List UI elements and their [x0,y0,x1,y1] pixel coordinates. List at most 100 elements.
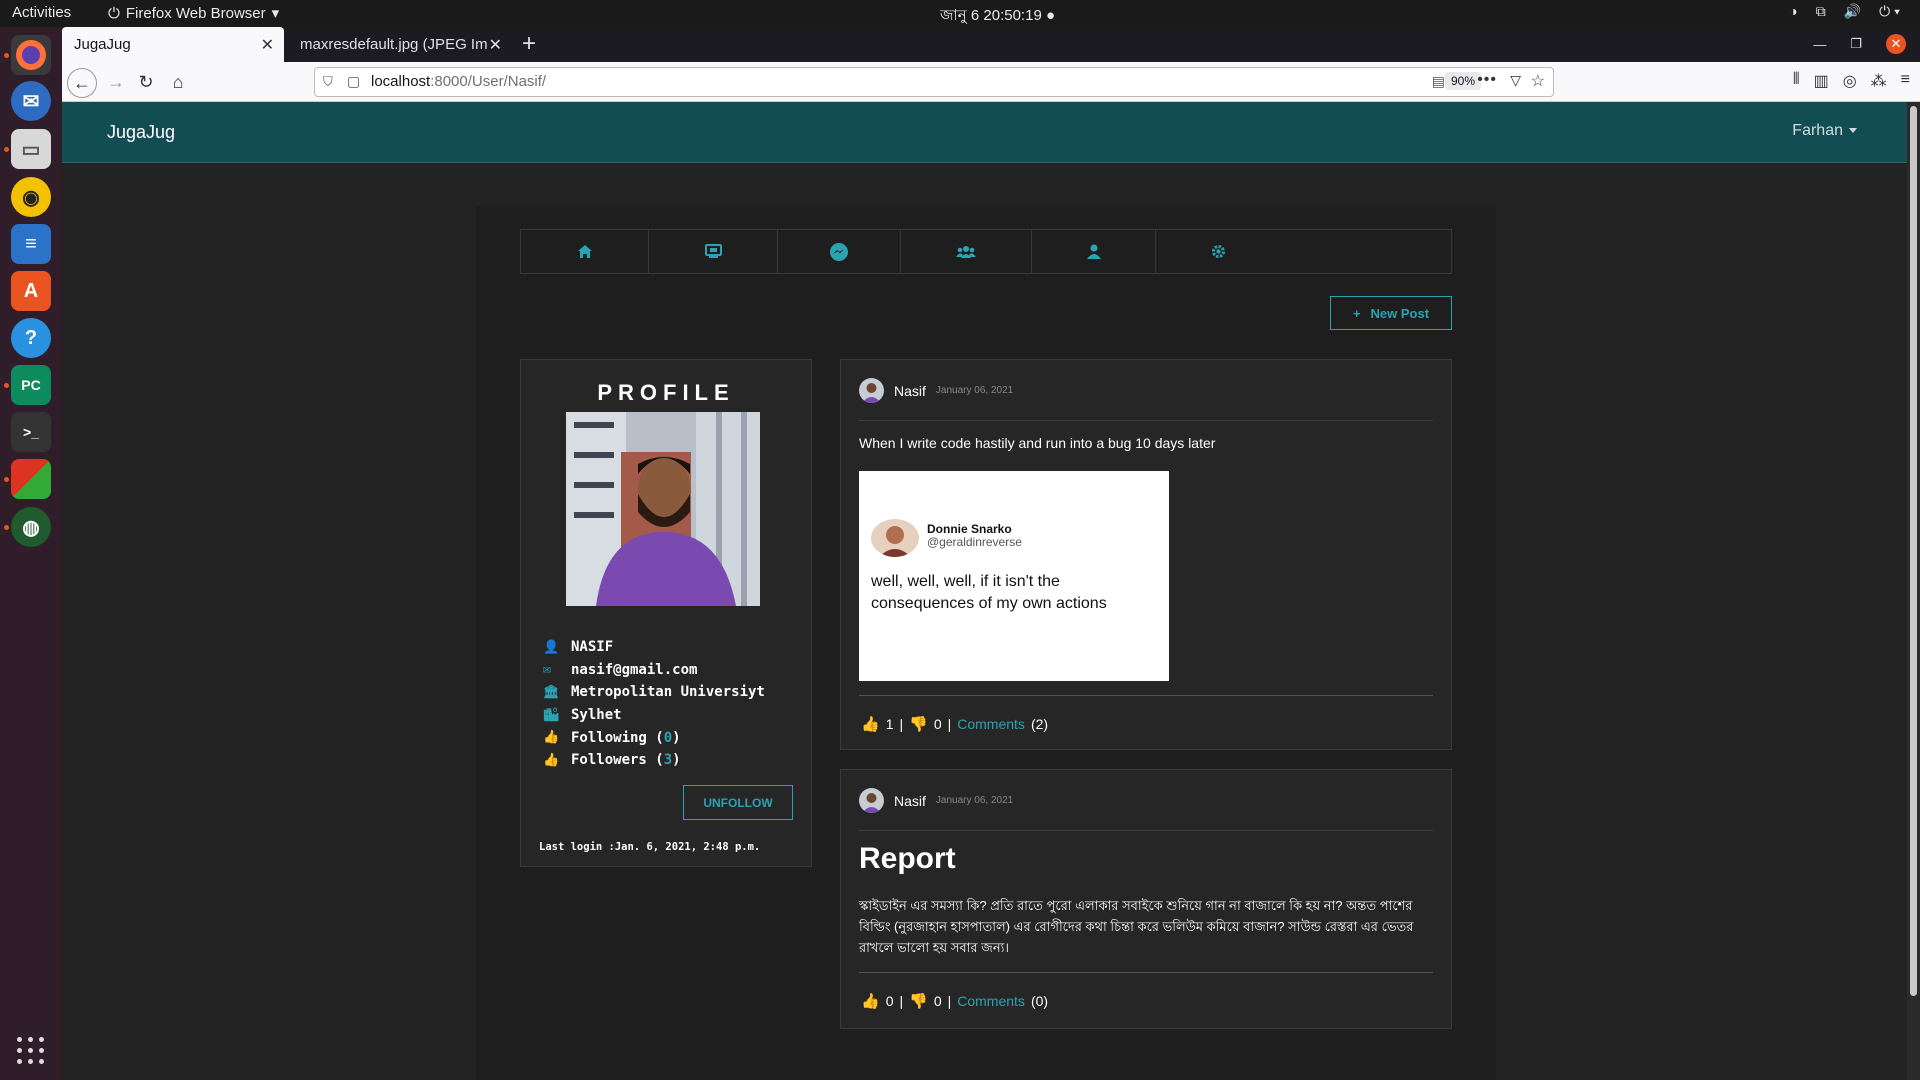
running-indicator [4,477,9,482]
restore-button[interactable]: ❐ [1850,36,1862,52]
home-icon [577,245,592,258]
rhythmbox-icon[interactable]: ◉ [11,177,51,217]
nav-home[interactable] [521,230,649,273]
new-post-button[interactable]: + New Post [1330,296,1452,330]
post-date: January 06, 2021 [935,385,1014,396]
url-text[interactable]: localhost:8000/User/Nasif/ [371,73,546,90]
post-header: Nasif January 06, 2021 [859,378,1013,403]
unfollow-button[interactable]: UNFOLLOW [683,785,793,820]
web-page: JugaJug Farhan + New Post PROFILE 👤 NASI… [62,102,1907,1080]
nav-friends[interactable] [901,230,1032,273]
sidebar-icon[interactable]: ▥ [1814,71,1829,91]
separator: | [899,716,904,732]
followers-count[interactable]: 3 [664,752,672,768]
clock[interactable]: জানু 6 20:50:19 ● [940,4,1055,29]
files-icon[interactable]: ▭ [11,129,51,169]
user-icon [1086,244,1101,259]
avatar[interactable] [859,378,884,403]
zoom-indicator[interactable]: 90% [1444,72,1481,90]
pocket-icon[interactable]: ▽ [1510,72,1521,89]
globe-icon[interactable]: ◍ [11,507,51,547]
separator: | [899,993,904,1009]
comments-link[interactable]: Comments [957,716,1025,732]
nav-toolbar: ← → ↻ ⌂ ⛉ ▢ localhost:8000/User/Nasif/ ▤… [62,62,1920,102]
thumbs-up-icon: 👍 [543,730,560,746]
close-icon[interactable]: ✕ [261,35,274,55]
home-button[interactable]: ⌂ [164,68,192,96]
close-paren: ) [672,752,681,769]
comments-link[interactable]: Comments [957,993,1025,1009]
close-icon[interactable]: ✕ [489,35,502,55]
app-icon[interactable] [11,459,51,499]
comments-count: (2) [1030,716,1049,732]
dislike-icon[interactable]: 👎 [909,715,928,733]
users-icon [956,245,976,258]
nav-watch[interactable] [649,230,778,273]
extensions-icon[interactable]: ⁂ [1871,71,1887,91]
bookmark-star-icon[interactable]: ☆ [1531,71,1545,91]
new-tab-button[interactable]: + [522,30,536,58]
post-author[interactable]: Nasif [894,383,926,399]
tab-jugajug[interactable]: JugaJug ✕ [62,27,284,62]
page-scrollbar[interactable] [1907,102,1920,1080]
software-icon[interactable]: A [11,271,51,311]
reload-button[interactable]: ↻ [132,68,160,96]
gear-icon [1212,245,1225,258]
library-icon[interactable]: ⫴ [1793,71,1800,91]
forward-button[interactable]: → [102,68,130,96]
app-menu[interactable]: ⏻ Firefox Web Browser ▾ [108,4,279,23]
shield-icon[interactable]: ⛉ [323,74,333,90]
tab-image[interactable]: maxresdefault.jpg (JPEG Im ✕ [288,27,512,62]
page-info-icon[interactable]: ▢ [347,73,360,90]
like-count: 1 [885,716,894,732]
more-actions-icon[interactable]: ••• [1477,71,1497,89]
firefox-dock-icon[interactable] [11,35,51,75]
url-bar[interactable]: ⛉ ▢ localhost:8000/User/Nasif/ ▤ 90% •••… [314,67,1554,97]
profile-name-row: 👤 NASIF [543,636,765,659]
color-icon: ◑ [1789,3,1798,19]
system-tray[interactable]: ◑ ⧉ 🔊 ⏻ ▾ [1789,3,1900,20]
profile-title: PROFILE [597,380,735,405]
like-icon[interactable]: 👍 [861,992,880,1010]
post-image[interactable]: Donnie Snarko @geraldinreverse well, wel… [859,471,1169,681]
minimize-button[interactable]: — [1813,37,1826,52]
account-icon[interactable]: ◎ [1843,71,1857,91]
like-count: 0 [885,993,894,1009]
separator: | [947,993,952,1009]
profile-followers-row[interactable]: 👍 Followers (3) [543,749,765,772]
site-brand[interactable]: JugaJug [107,122,175,143]
nav-messenger[interactable] [778,230,901,273]
reader-view-icon[interactable]: ▤ [1432,73,1445,90]
help-icon[interactable]: ? [11,318,51,358]
last-login: Last login :Jan. 6, 2021, 2:48 p.m. [539,841,761,853]
post-footer: 👍 1 | 👎 0 | Comments (2) [861,715,1048,733]
nav-settings[interactable] [1156,230,1281,273]
nav-profile[interactable] [1032,230,1156,273]
profile-following-row[interactable]: 👍 Following (0) [543,726,765,749]
post-author[interactable]: Nasif [894,793,926,809]
dislike-icon[interactable]: 👎 [909,992,928,1010]
pycharm-icon[interactable]: PC [11,365,51,405]
profile-card: PROFILE 👤 NASIF ✉ nasif@gmail.com 🏛 Metr… [520,359,812,867]
writer-icon[interactable]: ≡ [11,224,51,264]
following-count[interactable]: 0 [664,730,672,746]
terminal-icon[interactable]: >_ [11,412,51,452]
thunderbird-icon[interactable]: ✉ [11,81,51,121]
window-controls: — ❐ ✕ [1813,34,1906,54]
avatar[interactable] [859,788,884,813]
window-close-button[interactable]: ✕ [1886,34,1906,54]
profile-email-row: ✉ nasif@gmail.com [543,659,765,682]
user-menu[interactable]: Farhan [1792,122,1857,140]
app-menu-label: Firefox Web Browser [125,4,266,22]
url-host: localhost [371,73,431,90]
like-icon[interactable]: 👍 [861,715,880,733]
activities-button[interactable]: Activities [12,4,71,21]
close-paren: ) [672,729,681,746]
menu-icon[interactable]: ≡ [1901,71,1910,91]
post-footer: 👍 0 | 👎 0 | Comments (0) [861,992,1048,1010]
back-button[interactable]: ← [67,68,97,98]
firefox-icon: ⏻ [108,4,120,22]
running-indicator [4,525,9,530]
show-apps-icon[interactable] [17,1037,45,1065]
scrollbar-thumb[interactable] [1910,106,1917,996]
